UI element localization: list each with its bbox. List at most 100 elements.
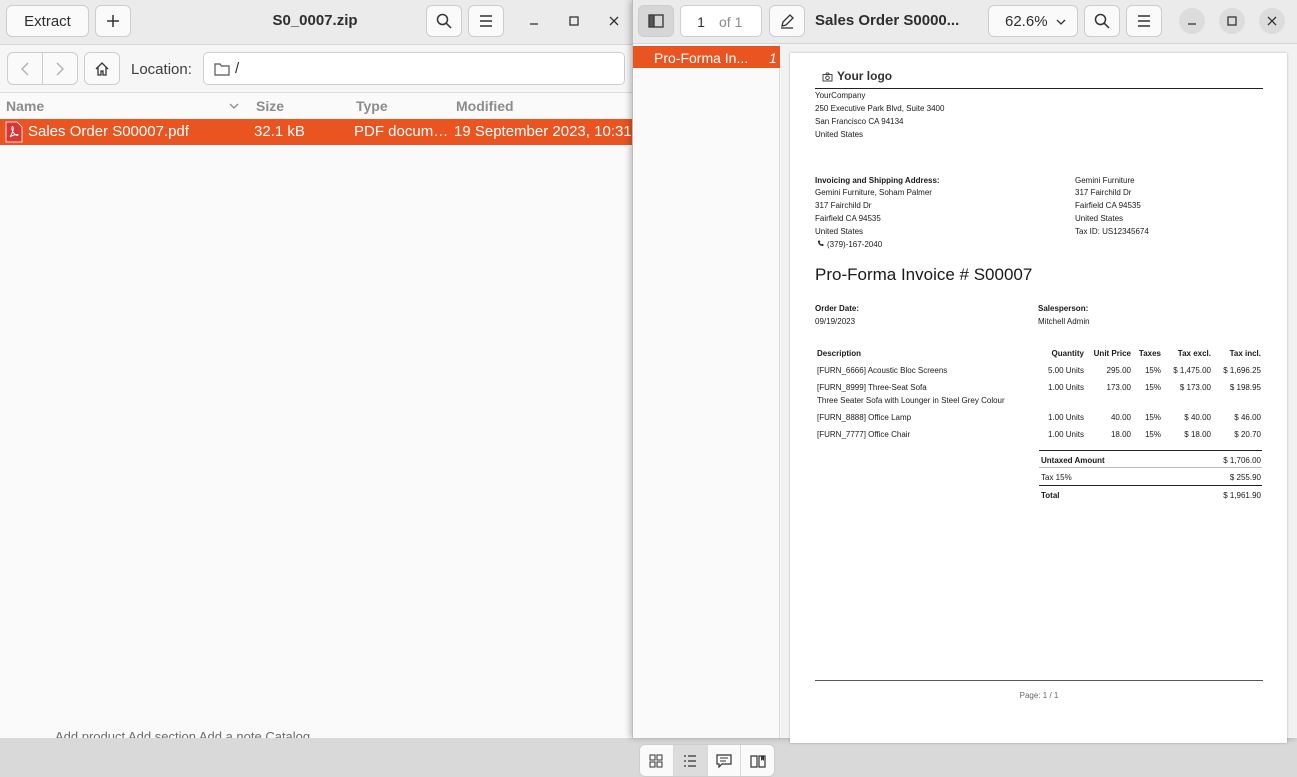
line-description: [FURN_8999] Three-Seat Sofa bbox=[817, 383, 927, 392]
back-button[interactable] bbox=[7, 52, 43, 85]
page-footer: Page: 1 / 1 bbox=[1019, 691, 1059, 700]
file-row[interactable]: Sales Order S00007.pdf 32.1 kB PDF docum… bbox=[0, 119, 632, 145]
maximize-button[interactable] bbox=[562, 9, 586, 33]
annotations-view-button[interactable] bbox=[708, 745, 742, 776]
sidebar-icon bbox=[648, 14, 664, 28]
line-unit-price: 173.00 bbox=[1106, 383, 1131, 392]
untaxed-value: $ 1,706.00 bbox=[1223, 456, 1261, 465]
address-line: Gemini Furniture, Soham Palmer bbox=[815, 188, 932, 197]
search-button[interactable] bbox=[426, 5, 462, 37]
line-taxes: 15% bbox=[1144, 383, 1161, 392]
column-size[interactable]: Size bbox=[256, 98, 284, 114]
page-number-field[interactable]: 1 of 1 bbox=[680, 5, 762, 37]
sidebar-view-switcher bbox=[639, 744, 775, 777]
location-label: Location: bbox=[131, 61, 192, 78]
line-unit-price: 40.00 bbox=[1110, 413, 1131, 422]
outline-view-button[interactable] bbox=[673, 745, 708, 776]
customer-line: Fairfield CA 94535 bbox=[1075, 201, 1141, 210]
bookmarks-view-button[interactable] bbox=[741, 745, 774, 776]
extract-button[interactable]: Extract bbox=[6, 5, 89, 37]
menu-button[interactable] bbox=[468, 5, 504, 37]
location-path: / bbox=[235, 60, 240, 77]
line-tax-incl: $ 20.70 bbox=[1234, 430, 1261, 439]
file-modified: 19 September 2023, 10:31 bbox=[454, 123, 632, 140]
grid-icon bbox=[649, 754, 663, 767]
sort-chevron-down-icon bbox=[229, 103, 239, 109]
location-bar: Location: / bbox=[0, 45, 632, 93]
chevron-right-icon bbox=[56, 62, 64, 75]
line-taxes: 15% bbox=[1144, 413, 1161, 422]
viewer-maximize-button[interactable] bbox=[1219, 8, 1245, 34]
th-tax-incl: Tax incl. bbox=[1229, 349, 1261, 358]
book-icon bbox=[750, 754, 766, 768]
line-unit-price: 295.00 bbox=[1106, 366, 1131, 375]
footer-divider bbox=[815, 680, 1263, 681]
outline-item[interactable]: Pro-Forma In... 1 bbox=[633, 46, 780, 68]
total-label: Total bbox=[1041, 491, 1060, 500]
close-button[interactable] bbox=[602, 9, 626, 33]
zoom-value: 62.6% bbox=[1005, 12, 1048, 30]
pencil-icon bbox=[781, 14, 794, 29]
column-modified[interactable]: Modified bbox=[456, 98, 514, 114]
order-date: 09/19/2023 bbox=[815, 317, 856, 326]
document-viewer-window: 1 of 1 Sales Order S0000... 62.6% Pro-Fo… bbox=[632, 0, 1297, 777]
hamburger-icon bbox=[480, 15, 492, 27]
line-tax-excl: $ 40.00 bbox=[1184, 413, 1211, 422]
totals-top-divider bbox=[1039, 450, 1262, 451]
folder-icon bbox=[214, 63, 230, 76]
th-description: Description bbox=[817, 349, 862, 358]
company-line: 250 Executive Park Blvd, Suite 3400 bbox=[815, 104, 945, 113]
salesperson: Mitchell Admin bbox=[1038, 317, 1090, 326]
salesperson-label: Salesperson: bbox=[1038, 304, 1089, 313]
viewer-close-button[interactable] bbox=[1259, 8, 1285, 34]
outline-item-page: 1 bbox=[769, 50, 777, 66]
document-page-area[interactable]: Your logo YourCompany 250 Executive Park… bbox=[781, 44, 1297, 743]
line-quantity: 1.00 Units bbox=[1047, 383, 1084, 392]
totals-bottom-divider bbox=[1039, 485, 1262, 486]
viewer-header-bar: 1 of 1 Sales Order S0000... 62.6% bbox=[633, 0, 1297, 44]
thumbnails-view-button[interactable] bbox=[640, 745, 674, 776]
hamburger-icon bbox=[1138, 15, 1150, 27]
outline-item-label: Pro-Forma In... bbox=[654, 50, 749, 66]
viewer-minimize-button[interactable] bbox=[1179, 8, 1205, 34]
address-line: Fairfield CA 94535 bbox=[815, 214, 881, 223]
column-type[interactable]: Type bbox=[356, 98, 388, 114]
th-taxes: Taxes bbox=[1138, 349, 1161, 358]
untaxed-label: Untaxed Amount bbox=[1041, 456, 1105, 465]
line-subdescription: Three Seater Sofa with Lounger in Steel … bbox=[817, 396, 1005, 405]
annotate-button[interactable] bbox=[769, 5, 805, 37]
line-description: [FURN_8888] Office Lamp bbox=[817, 413, 912, 422]
company-line: YourCompany bbox=[815, 91, 866, 100]
customer-line: 317 Fairchild Dr bbox=[1075, 188, 1132, 197]
search-icon bbox=[436, 13, 452, 29]
total-value: $ 1,961.90 bbox=[1223, 491, 1261, 500]
header-divider bbox=[815, 88, 1263, 89]
home-icon bbox=[95, 61, 109, 76]
phone-icon bbox=[818, 240, 824, 246]
file-name: Sales Order S00007.pdf bbox=[28, 123, 189, 140]
column-name[interactable]: Name bbox=[6, 98, 44, 114]
line-tax-excl: $ 173.00 bbox=[1179, 383, 1211, 392]
zoom-dropdown[interactable]: 62.6% bbox=[988, 5, 1078, 37]
tax-label: Tax 15% bbox=[1041, 473, 1072, 482]
sidebar-toggle-button[interactable] bbox=[638, 5, 674, 37]
th-tax-excl: Tax excl. bbox=[1177, 349, 1211, 358]
page-current[interactable]: 1 bbox=[681, 14, 721, 30]
minimize-button[interactable] bbox=[522, 9, 546, 33]
add-files-button[interactable] bbox=[95, 5, 131, 37]
pdf-file-icon bbox=[5, 121, 23, 143]
location-field[interactable]: / bbox=[203, 52, 625, 85]
viewer-menu-button[interactable] bbox=[1126, 5, 1162, 37]
home-button[interactable] bbox=[84, 52, 120, 85]
archive-manager-window: Extract S0_0007.zip Location: / Name Siz… bbox=[0, 0, 632, 738]
document-page: Your logo YourCompany 250 Executive Park… bbox=[790, 53, 1287, 743]
forward-button[interactable] bbox=[42, 52, 78, 85]
chevron-left-icon bbox=[21, 62, 29, 75]
camera-icon bbox=[822, 72, 833, 82]
viewer-search-button[interactable] bbox=[1084, 5, 1120, 37]
chevron-down-icon bbox=[1056, 19, 1066, 25]
minimize-icon bbox=[530, 23, 538, 25]
order-date-label: Order Date: bbox=[815, 304, 860, 313]
list-icon bbox=[684, 754, 697, 767]
archive-window-title: S0_0007.zip bbox=[272, 12, 358, 29]
